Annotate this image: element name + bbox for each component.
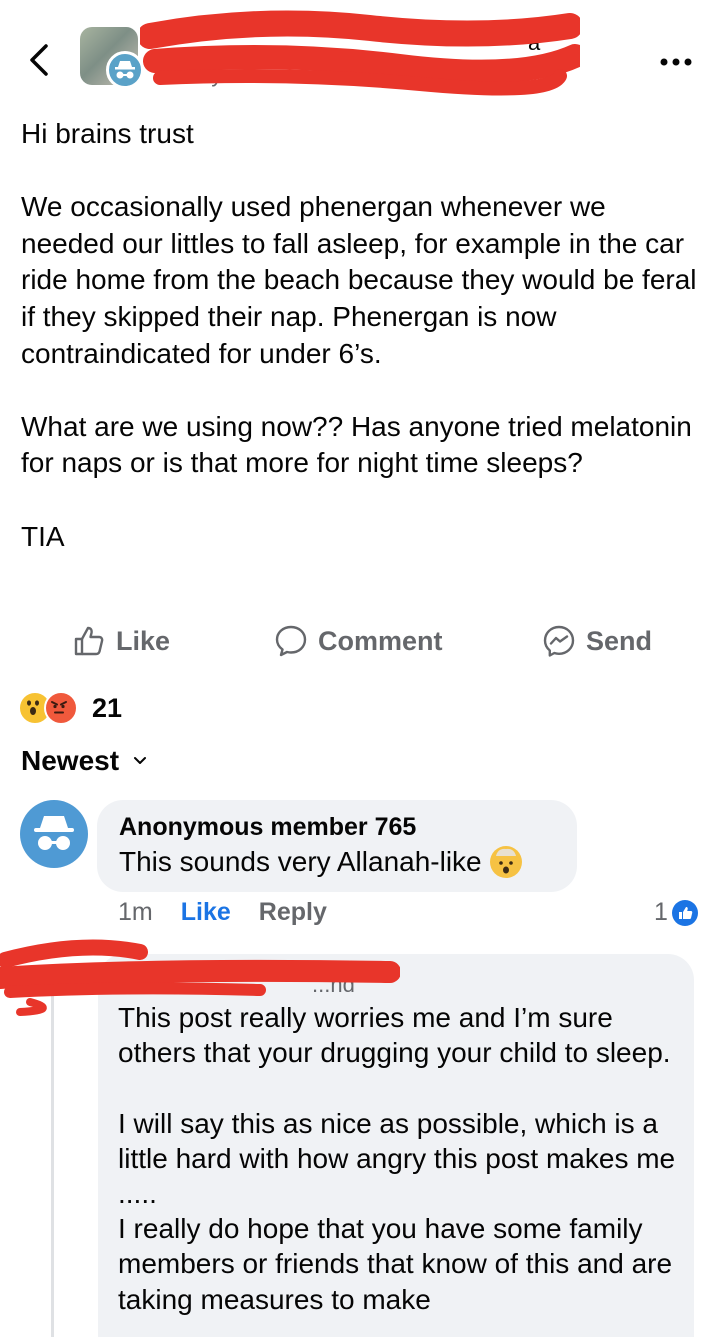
- messenger-icon: [543, 625, 575, 657]
- like-button[interactable]: Like: [72, 618, 170, 664]
- back-icon[interactable]: [24, 40, 54, 80]
- comment-button[interactable]: Comment: [274, 618, 443, 664]
- comment-text-content: This sounds very Allanah-like: [119, 846, 482, 877]
- comment-reply-button[interactable]: Reply: [259, 898, 327, 927]
- chevron-down-icon: [134, 757, 147, 764]
- like-badge-icon: [671, 899, 698, 926]
- post-action-bar: Like Comment Send: [0, 618, 716, 664]
- redaction-scribble: [140, 10, 580, 96]
- more-options-icon[interactable]: [656, 52, 696, 72]
- reaction-count: 21: [92, 692, 123, 723]
- anonymous-icon: [106, 51, 144, 89]
- comment-text: This post really worries me and I’m sure…: [118, 1002, 676, 1315]
- send-button[interactable]: Send: [542, 618, 652, 664]
- send-label: Send: [586, 625, 653, 656]
- comment-like-button[interactable]: Like: [181, 898, 231, 927]
- redaction-scribble: [0, 939, 400, 1016]
- comment-avatar[interactable]: [20, 800, 88, 868]
- comment-bubble-icon: [275, 625, 307, 657]
- post-body: Hi brains trust We occasionally used phe…: [21, 118, 697, 552]
- reactions-summary[interactable]: 21: [18, 688, 122, 728]
- angry-reaction-icon: [44, 691, 78, 725]
- group-avatar[interactable]: [80, 27, 146, 89]
- comment-meta: 1m Like Reply: [118, 898, 327, 927]
- sort-label: Newest: [21, 745, 120, 776]
- comment-author[interactable]: Anonymous member 765: [119, 813, 416, 842]
- comment-like-count[interactable]: 1: [654, 898, 698, 927]
- comment-time: 1m: [118, 898, 153, 926]
- comment-text: This sounds very Allanah-like: [119, 846, 522, 878]
- reply-thread-line: [51, 985, 54, 1337]
- comment-like-count-value: 1: [654, 898, 668, 926]
- comment-label: Comment: [318, 625, 443, 656]
- anonymous-icon: [34, 816, 74, 850]
- thumbs-up-icon: [74, 626, 104, 656]
- exploding-head-emoji-icon: [489, 846, 522, 878]
- like-label: Like: [116, 625, 171, 656]
- comment-sort-dropdown[interactable]: Newest: [21, 745, 147, 777]
